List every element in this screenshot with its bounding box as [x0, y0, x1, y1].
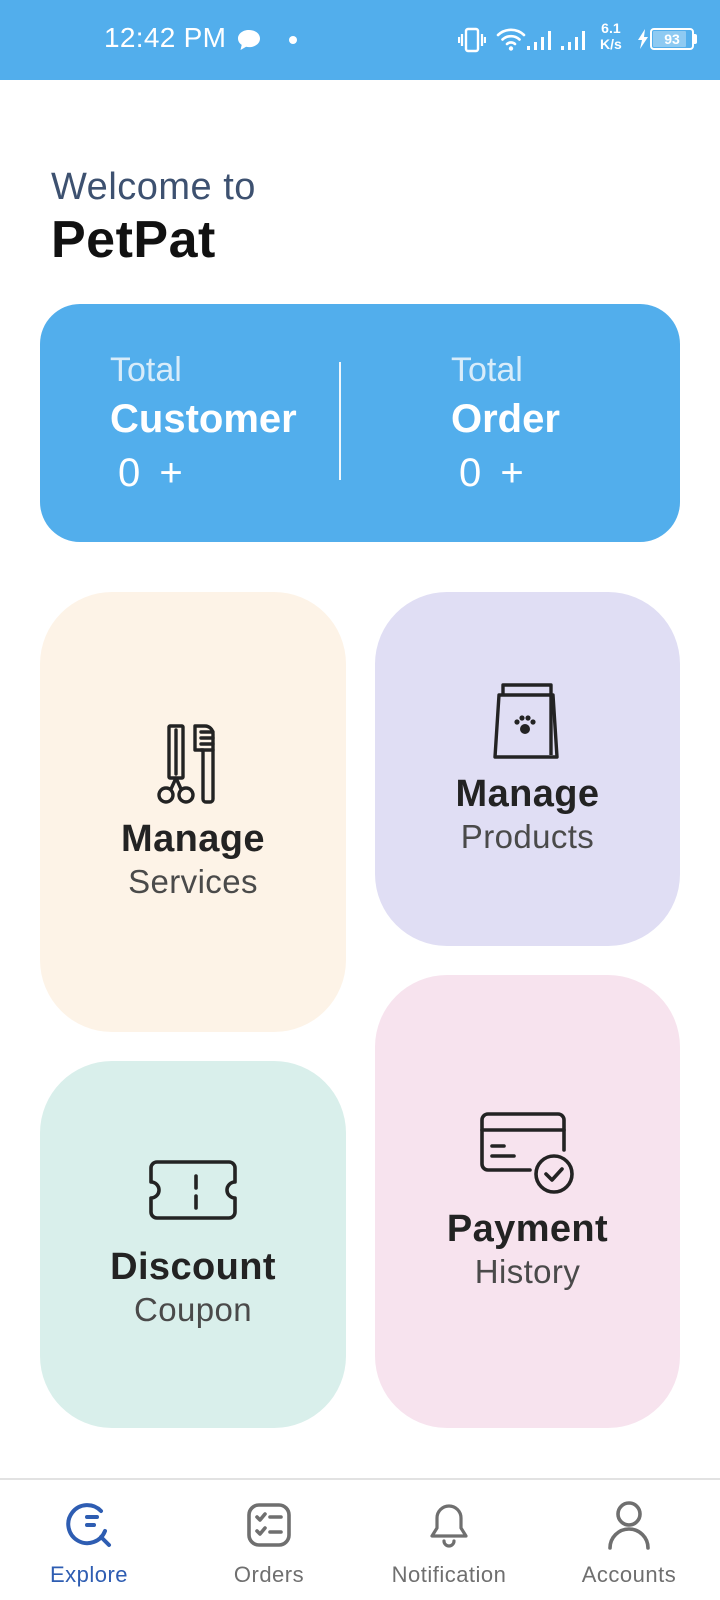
status-bar: 12:42 PM 6.1 K/s 93: [0, 0, 720, 80]
nav-item-explore[interactable]: Explore: [4, 1496, 174, 1588]
explore-search-icon: [65, 1496, 113, 1554]
stat-title: Customer: [110, 397, 297, 441]
tile-subtitle: Products: [460, 817, 595, 855]
tile-title: Discount: [110, 1246, 276, 1288]
total-order-stat: Total Order 0 +: [451, 350, 560, 498]
nav-item-notification[interactable]: Notification: [364, 1496, 534, 1588]
nav-label: Orders: [233, 1562, 305, 1587]
status-time: 12:42 PM: [104, 22, 227, 53]
battery-percent: 93: [664, 31, 680, 47]
checklist-icon: [246, 1496, 292, 1554]
battery-icon: 93: [650, 28, 694, 50]
card-check-icon: [478, 1110, 578, 1201]
stat-title: Order: [451, 397, 560, 441]
stats-card: Total Customer 0 + Total Order 0 +: [40, 304, 680, 542]
vibrate-icon: [457, 26, 487, 59]
tile-title: Manage: [455, 772, 600, 815]
chat-bubble-icon: [236, 28, 262, 57]
stats-divider: [339, 362, 341, 480]
grooming-tools-icon: [157, 722, 229, 811]
total-customer-stat: Total Customer 0 +: [110, 350, 297, 498]
payment-history-tile[interactable]: Payment History: [375, 975, 680, 1428]
network-speed-unit: K/s: [600, 36, 622, 52]
nav-label: Accounts: [581, 1562, 677, 1587]
stat-caption: Total: [110, 351, 182, 389]
welcome-text: Welcome to: [51, 166, 256, 208]
customer-count: 0 +: [118, 451, 187, 495]
nav-label: Explore: [49, 1562, 129, 1587]
manage-products-tile[interactable]: Manage Products: [375, 592, 680, 946]
bottom-nav: Explore Orders Notification Accounts: [0, 1478, 720, 1600]
order-count: 0 +: [459, 451, 528, 495]
tile-subtitle: Coupon: [134, 1291, 252, 1328]
network-speed: 6.1 K/s: [600, 20, 622, 52]
nav-label: Notification: [391, 1562, 507, 1587]
charging-bolt-icon: [637, 28, 649, 55]
tile-subtitle: Services: [128, 862, 258, 900]
signal-icon: [526, 28, 554, 57]
signal-icon: [560, 28, 588, 57]
tile-title: Payment: [446, 1208, 609, 1250]
tile-title: Manage: [121, 817, 265, 860]
user-icon: [607, 1496, 651, 1554]
tile-subtitle: History: [474, 1253, 581, 1290]
nav-item-orders[interactable]: Orders: [184, 1496, 354, 1588]
manage-services-tile[interactable]: Manage Services: [40, 592, 346, 1032]
nav-item-accounts[interactable]: Accounts: [544, 1496, 714, 1588]
ticket-icon: [147, 1158, 239, 1239]
bell-icon: [428, 1496, 470, 1554]
network-speed-value: 6.1: [601, 20, 621, 36]
battery-tip: [694, 34, 697, 44]
app-name: PetPat: [51, 211, 216, 269]
stat-caption: Total: [451, 351, 523, 389]
discount-coupon-tile[interactable]: Discount Coupon: [40, 1061, 346, 1428]
wifi-icon: [496, 26, 526, 57]
pet-food-bag-icon: [492, 681, 563, 766]
notification-dot-icon: [289, 36, 297, 44]
